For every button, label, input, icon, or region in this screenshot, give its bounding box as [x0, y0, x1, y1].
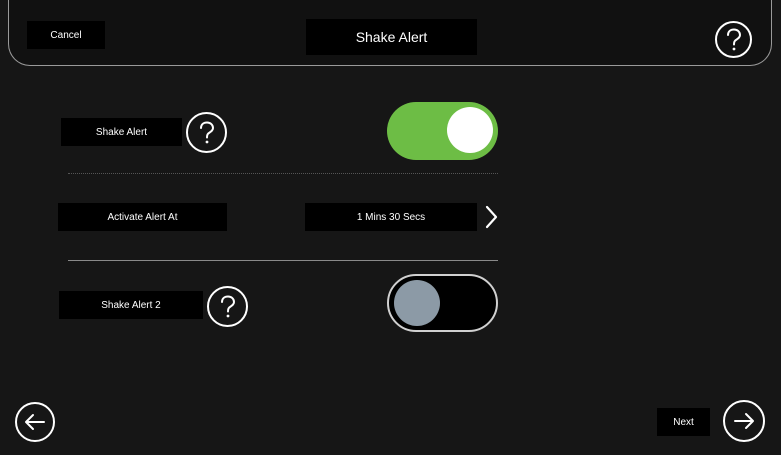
shake-alert-toggle[interactable]	[387, 102, 498, 160]
arrow-right-icon	[734, 413, 754, 429]
activate-alert-at-chevron[interactable]	[482, 203, 500, 231]
next-button[interactable]: Next	[657, 408, 710, 436]
shake-alert-help-button[interactable]	[186, 112, 227, 153]
arrow-left-icon	[25, 414, 45, 430]
activate-alert-at-value[interactable]: 1 Mins 30 Secs	[305, 203, 477, 231]
next-arrow-button[interactable]	[723, 400, 765, 442]
question-mark-icon	[726, 27, 741, 50]
page-title: Shake Alert	[306, 19, 477, 55]
question-mark-icon	[199, 120, 214, 143]
chevron-right-icon	[485, 205, 498, 229]
header-bar: Cancel Shake Alert	[8, 0, 772, 66]
shake-alert-2-help-button[interactable]	[207, 286, 248, 327]
back-button[interactable]	[15, 402, 55, 442]
activate-alert-at-label: Activate Alert At	[58, 203, 227, 231]
shake-alert-label: Shake Alert	[61, 118, 182, 146]
header-help-button[interactable]	[715, 21, 752, 58]
cancel-button[interactable]: Cancel	[27, 21, 105, 49]
divider	[68, 260, 498, 261]
toggle-knob	[394, 280, 440, 326]
question-mark-icon	[220, 294, 235, 317]
toggle-knob	[447, 107, 493, 153]
shake-alert-screen: Cancel Shake Alert Shake Alert Activate …	[0, 0, 781, 455]
divider	[68, 173, 498, 174]
shake-alert-2-toggle[interactable]	[387, 274, 498, 332]
shake-alert-2-label: Shake Alert 2	[59, 291, 203, 319]
